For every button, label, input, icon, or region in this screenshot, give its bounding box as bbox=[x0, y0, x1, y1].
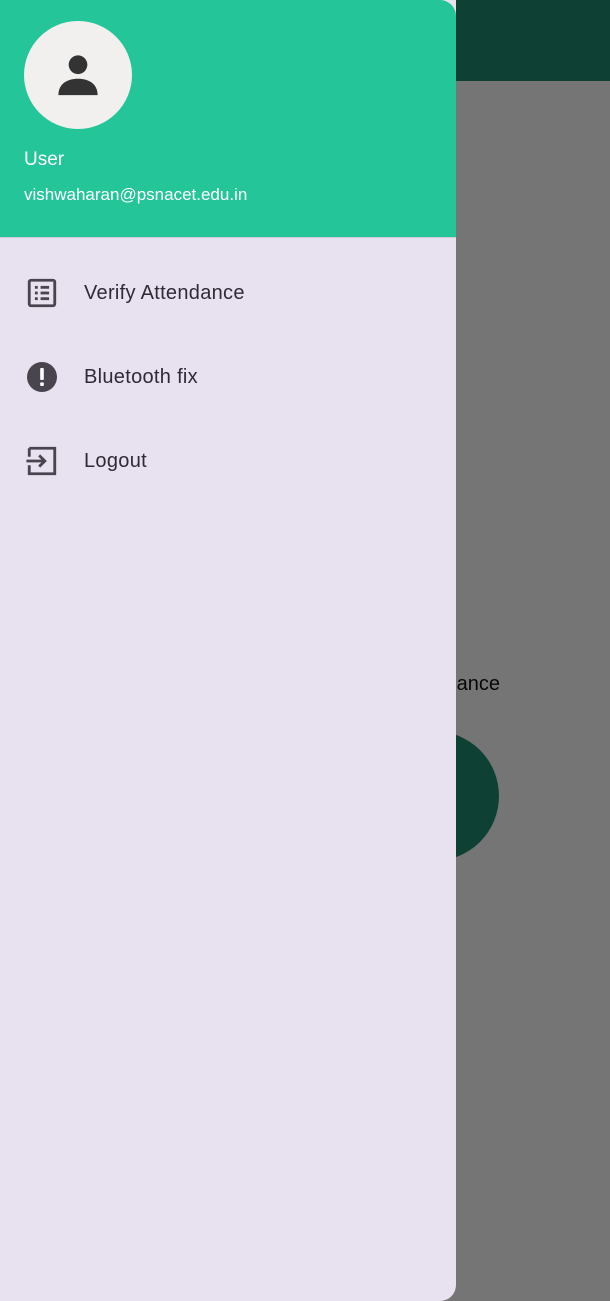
person-icon bbox=[58, 55, 98, 96]
avatar bbox=[24, 21, 132, 129]
exit-to-app-icon bbox=[24, 443, 60, 479]
user-name: User bbox=[24, 149, 65, 170]
menu-item-bluetooth-fix[interactable]: Bluetooth fix bbox=[0, 335, 456, 419]
drawer-menu: Verify Attendance Bluetooth fix Logout bbox=[0, 251, 456, 503]
drawer-header: User vishwaharan@psnacet.edu.in bbox=[0, 0, 456, 238]
menu-item-verify-attendance[interactable]: Verify Attendance bbox=[0, 251, 456, 335]
user-email: vishwaharan@psnacet.edu.in bbox=[24, 185, 248, 204]
menu-item-label: Logout bbox=[84, 449, 147, 472]
navigation-drawer: User vishwaharan@psnacet.edu.in Verify A… bbox=[0, 0, 456, 1301]
menu-item-label: Bluetooth fix bbox=[84, 365, 198, 388]
error-icon bbox=[24, 359, 60, 395]
list-alt-icon bbox=[24, 275, 60, 311]
app-screen: ance User vishwaharan@psnacet.edu.in bbox=[0, 0, 610, 1301]
menu-item-logout[interactable]: Logout bbox=[0, 419, 456, 503]
menu-item-label: Verify Attendance bbox=[84, 281, 245, 304]
